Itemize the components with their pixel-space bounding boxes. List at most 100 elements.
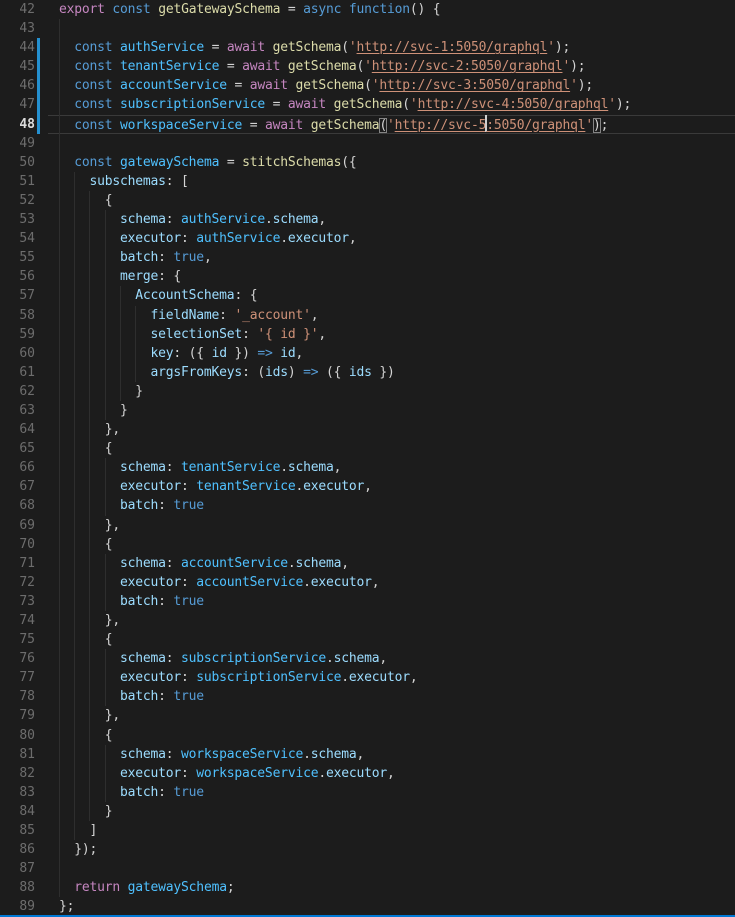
code-text[interactable]: }, — [35, 420, 735, 439]
line-number[interactable]: 49 — [0, 134, 35, 153]
code-text[interactable] — [35, 859, 735, 878]
git-modified-indicator[interactable] — [37, 38, 40, 134]
code-line[interactable]: 59 selectionSet: '{ id }', — [0, 325, 735, 344]
code-line[interactable]: 62 } — [0, 382, 735, 401]
code-line[interactable]: 77 executor: subscriptionService.executo… — [0, 668, 735, 687]
code-text[interactable]: executor: tenantService.executor, — [35, 477, 735, 496]
line-number[interactable]: 75 — [0, 630, 35, 649]
code-text[interactable]: argsFromKeys: (ids) => ({ ids }) — [35, 363, 735, 382]
code-text[interactable]: const gatewaySchema = stitchSchemas({ — [35, 153, 735, 172]
code-line[interactable]: 44 const authService = await getSchema('… — [0, 38, 735, 57]
code-line[interactable]: 61 argsFromKeys: (ids) => ({ ids }) — [0, 363, 735, 382]
code-text[interactable]: }); — [35, 840, 735, 859]
line-number[interactable]: 53 — [0, 210, 35, 229]
line-number[interactable]: 56 — [0, 267, 35, 286]
line-number[interactable]: 64 — [0, 420, 35, 439]
code-line[interactable]: 89}; — [0, 897, 735, 916]
code-line[interactable]: 63 } — [0, 401, 735, 420]
line-number[interactable]: 63 — [0, 401, 35, 420]
code-line[interactable]: 64 }, — [0, 420, 735, 439]
line-number[interactable]: 70 — [0, 535, 35, 554]
code-text[interactable]: } — [35, 382, 735, 401]
line-number[interactable]: 60 — [0, 344, 35, 363]
code-text[interactable]: }; — [35, 897, 735, 916]
line-number[interactable]: 72 — [0, 573, 35, 592]
code-text[interactable]: return gatewaySchema; — [35, 878, 735, 897]
line-number[interactable]: 84 — [0, 802, 35, 821]
code-line[interactable]: 71 schema: accountService.schema, — [0, 554, 735, 573]
code-line[interactable]: 70 { — [0, 535, 735, 554]
line-number[interactable]: 89 — [0, 897, 35, 916]
code-line[interactable]: 65 { — [0, 439, 735, 458]
line-number[interactable]: 58 — [0, 306, 35, 325]
code-text[interactable]: key: ({ id }) => id, — [35, 344, 735, 363]
code-line[interactable]: 43 — [0, 19, 735, 38]
code-text[interactable]: batch: true, — [35, 248, 735, 267]
code-text[interactable]: schema: workspaceService.schema, — [35, 745, 735, 764]
code-line[interactable]: 50 const gatewaySchema = stitchSchemas({ — [0, 153, 735, 172]
line-number[interactable]: 74 — [0, 611, 35, 630]
code-text[interactable]: executor: authService.executor, — [35, 229, 735, 248]
line-number[interactable]: 80 — [0, 726, 35, 745]
line-number[interactable]: 73 — [0, 592, 35, 611]
code-line[interactable]: 53 schema: authService.schema, — [0, 210, 735, 229]
code-line[interactable]: 68 batch: true — [0, 496, 735, 515]
code-text[interactable]: }, — [35, 611, 735, 630]
code-text[interactable]: } — [35, 401, 735, 420]
code-line[interactable]: 52 { — [0, 191, 735, 210]
line-number[interactable]: 66 — [0, 458, 35, 477]
code-text[interactable]: schema: tenantService.schema, — [35, 458, 735, 477]
code-line[interactable]: 83 batch: true — [0, 783, 735, 802]
code-line[interactable]: 75 { — [0, 630, 735, 649]
code-line[interactable]: 84 } — [0, 802, 735, 821]
code-line[interactable]: 49 — [0, 134, 735, 153]
line-number[interactable]: 76 — [0, 649, 35, 668]
code-text[interactable]: const authService = await getSchema('htt… — [35, 38, 735, 57]
line-number[interactable]: 47 — [0, 95, 35, 114]
code-line[interactable]: 88 return gatewaySchema; — [0, 878, 735, 897]
line-number[interactable]: 45 — [0, 57, 35, 76]
code-text[interactable]: export const getGatewaySchema = async fu… — [35, 0, 735, 19]
code-line[interactable]: 80 { — [0, 726, 735, 745]
line-number[interactable]: 48 — [0, 115, 35, 134]
code-line[interactable]: 82 executor: workspaceService.executor, — [0, 764, 735, 783]
code-text[interactable]: } — [35, 802, 735, 821]
code-text[interactable]: { — [35, 535, 735, 554]
code-text[interactable]: executor: subscriptionService.executor, — [35, 668, 735, 687]
code-text[interactable]: const tenantService = await getSchema('h… — [35, 57, 735, 76]
code-text[interactable]: }, — [35, 516, 735, 535]
code-text[interactable]: schema: subscriptionService.schema, — [35, 649, 735, 668]
line-number[interactable]: 65 — [0, 439, 35, 458]
code-text[interactable]: { — [35, 439, 735, 458]
line-number[interactable]: 57 — [0, 286, 35, 305]
line-number[interactable]: 44 — [0, 38, 35, 57]
line-number[interactable]: 82 — [0, 764, 35, 783]
code-line[interactable]: 78 batch: true — [0, 687, 735, 706]
code-text[interactable]: fieldName: '_account', — [35, 306, 735, 325]
code-text[interactable]: batch: true — [35, 592, 735, 611]
code-line[interactable]: 73 batch: true — [0, 592, 735, 611]
line-number[interactable]: 62 — [0, 382, 35, 401]
code-text[interactable]: }, — [35, 706, 735, 725]
code-line[interactable]: 66 schema: tenantService.schema, — [0, 458, 735, 477]
line-number[interactable]: 88 — [0, 878, 35, 897]
code-line[interactable]: 56 merge: { — [0, 267, 735, 286]
line-number[interactable]: 87 — [0, 859, 35, 878]
line-number[interactable]: 67 — [0, 477, 35, 496]
code-text[interactable]: batch: true — [35, 496, 735, 515]
code-line[interactable]: 79 }, — [0, 706, 735, 725]
line-number[interactable]: 83 — [0, 783, 35, 802]
line-number[interactable]: 68 — [0, 496, 35, 515]
code-line[interactable]: 51 subschemas: [ — [0, 172, 735, 191]
code-text[interactable]: selectionSet: '{ id }', — [35, 325, 735, 344]
line-number[interactable]: 59 — [0, 325, 35, 344]
code-line[interactable]: 69 }, — [0, 516, 735, 535]
code-line[interactable]: 87 — [0, 859, 735, 878]
code-line[interactable]: 60 key: ({ id }) => id, — [0, 344, 735, 363]
code-text[interactable]: const subscriptionService = await getSch… — [35, 95, 735, 114]
code-line[interactable]: 74 }, — [0, 611, 735, 630]
code-line[interactable]: 72 executor: accountService.executor, — [0, 573, 735, 592]
code-text[interactable]: const accountService = await getSchema('… — [35, 76, 735, 95]
code-line[interactable]: 76 schema: subscriptionService.schema, — [0, 649, 735, 668]
code-line[interactable]: 45 const tenantService = await getSchema… — [0, 57, 735, 76]
